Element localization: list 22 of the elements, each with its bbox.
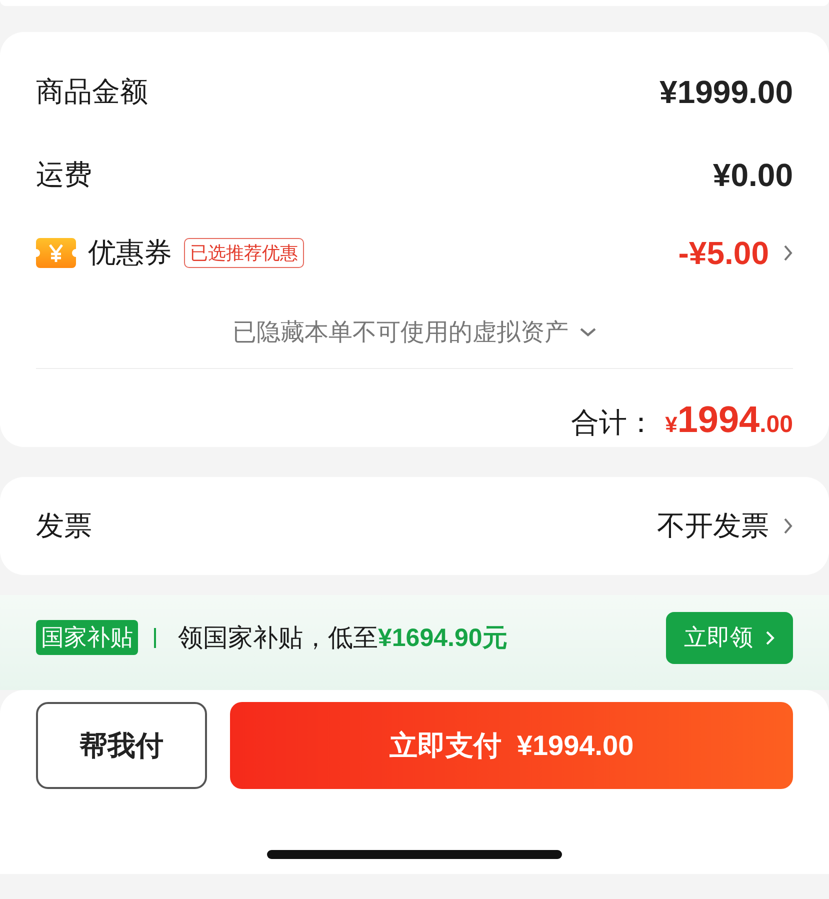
row-label: 商品金额 (36, 75, 148, 109)
row-label: 优惠券 (88, 236, 172, 270)
chevron-right-icon (783, 244, 793, 262)
row-value: ¥0.00 (712, 156, 793, 194)
row-value: ¥1999.00 (660, 74, 793, 110)
row-value: -¥5.00 (678, 234, 769, 272)
invoice-value[interactable]: 不开发票 (657, 507, 769, 545)
row-label: 运费 (36, 158, 92, 192)
chevron-down-icon[interactable] (578, 327, 596, 337)
invoice-label: 发票 (36, 509, 92, 543)
chevron-right-icon (783, 517, 793, 535)
subsidy-text: 领国家补贴，低至¥1694.90元 (178, 623, 508, 654)
total-amount: ¥1994.00 (665, 399, 793, 441)
total-label: 合计： (571, 406, 656, 440)
recommended-tag: 已选推荐优惠 (184, 238, 304, 268)
help-pay-button[interactable]: 帮我付 (36, 702, 207, 789)
chevron-right-icon (765, 630, 775, 646)
claim-button[interactable]: 立即领 (666, 612, 793, 664)
coupon-icon (36, 238, 76, 268)
subsidy-badge: 国家补贴 (36, 620, 138, 655)
pay-button[interactable]: 立即支付 ¥1994.00 (230, 702, 793, 789)
hidden-assets-text[interactable]: 已隐藏本单不可使用的虚拟资产 (232, 316, 568, 348)
